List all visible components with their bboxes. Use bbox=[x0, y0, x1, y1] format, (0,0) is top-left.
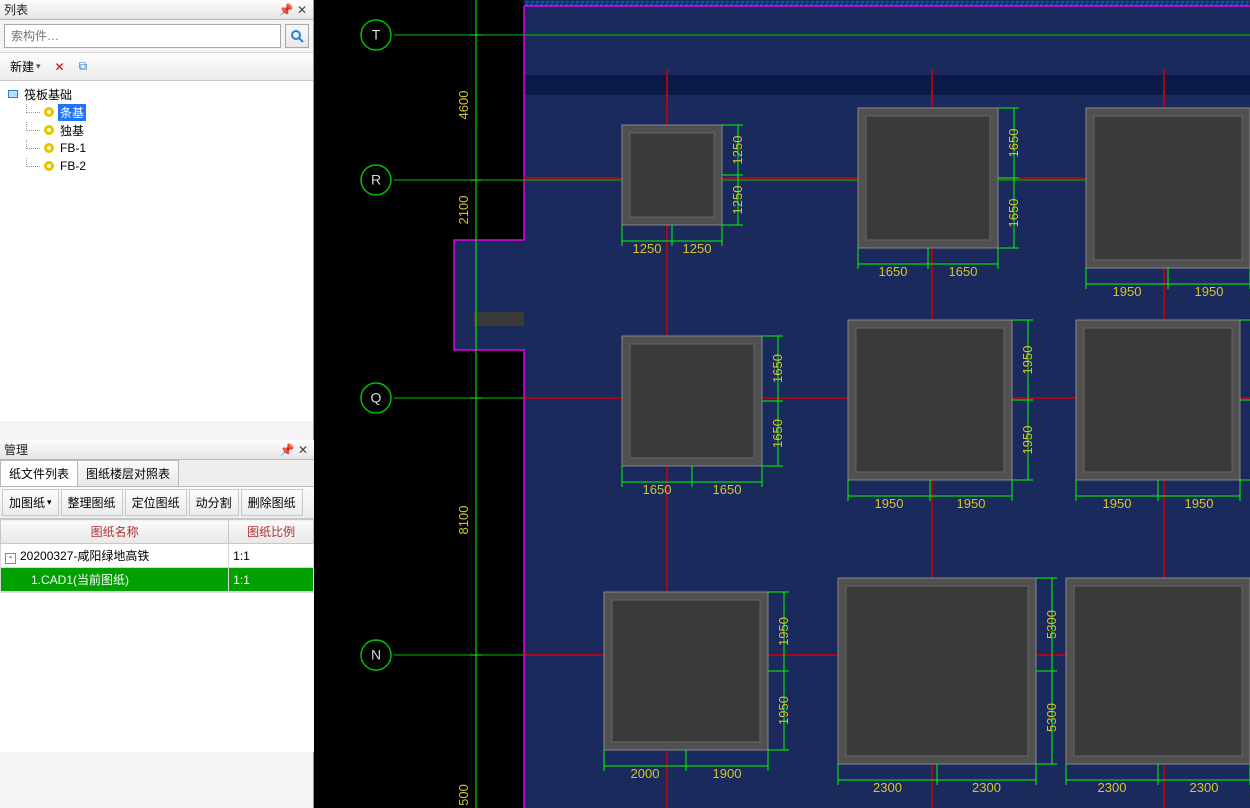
svg-text:1250: 1250 bbox=[683, 241, 712, 256]
new-button[interactable]: 新建 ▾ bbox=[6, 56, 45, 77]
svg-text:2300: 2300 bbox=[873, 780, 902, 795]
svg-text:4600: 4600 bbox=[456, 91, 471, 120]
delete-icon: ✕ bbox=[55, 60, 65, 74]
tree-item[interactable]: FB-1 bbox=[2, 139, 311, 157]
svg-text:5300: 5300 bbox=[1044, 610, 1059, 639]
pin-icon[interactable]: 📌 bbox=[280, 443, 294, 457]
search-bar bbox=[0, 20, 313, 52]
svg-text:2300: 2300 bbox=[1190, 780, 1219, 795]
tree-root-label: 筏板基础 bbox=[22, 86, 74, 103]
svg-text:2000: 2000 bbox=[631, 766, 660, 781]
pin-icon[interactable]: 📌 bbox=[279, 3, 293, 17]
list-toolbar: 新建 ▾ ✕ ⧉ bbox=[0, 52, 313, 81]
mgr-btn[interactable]: 动分割 bbox=[189, 489, 239, 516]
gear-icon bbox=[42, 159, 56, 173]
drawing-table[interactable]: 图纸名称图纸比例 -20200327-咸阳绿地高铁1:11.CAD1(当前图纸)… bbox=[0, 519, 314, 592]
svg-text:Q: Q bbox=[371, 390, 382, 406]
tree-item[interactable]: 独基 bbox=[2, 121, 311, 139]
search-input[interactable] bbox=[4, 24, 281, 48]
close-icon[interactable]: ✕ bbox=[295, 3, 309, 17]
tree-item-label: FB-1 bbox=[58, 141, 88, 155]
panel-mgr-title: 管理 bbox=[4, 441, 278, 458]
mgr-btn[interactable]: 整理图纸 bbox=[61, 489, 123, 516]
tree-item[interactable]: 条基 bbox=[2, 103, 311, 121]
mgr-btn[interactable]: 加图纸▾ bbox=[2, 489, 59, 516]
svg-text:R: R bbox=[371, 172, 381, 188]
table-header[interactable]: 图纸名称 bbox=[1, 520, 229, 544]
gear-icon bbox=[42, 123, 56, 137]
tree-item-label: 条基 bbox=[58, 104, 86, 121]
svg-text:1950: 1950 bbox=[1103, 496, 1132, 511]
svg-text:1950: 1950 bbox=[1185, 496, 1214, 511]
mgr-btn[interactable]: 删除图纸 bbox=[241, 489, 303, 516]
svg-text:1650: 1650 bbox=[879, 264, 908, 279]
copy-button[interactable]: ⧉ bbox=[75, 57, 92, 76]
tree-root[interactable]: 筏板基础 bbox=[2, 85, 311, 103]
tree-item-label: 独基 bbox=[58, 122, 86, 139]
chevron-down-icon: ▾ bbox=[36, 61, 41, 72]
svg-text:1950: 1950 bbox=[1195, 284, 1224, 299]
svg-text:1250: 1250 bbox=[633, 241, 662, 256]
svg-text:2100: 2100 bbox=[456, 196, 471, 225]
svg-text:1950: 1950 bbox=[957, 496, 986, 511]
svg-text:1950: 1950 bbox=[776, 696, 791, 725]
folder-icon bbox=[6, 87, 20, 101]
svg-text:T: T bbox=[372, 27, 381, 43]
svg-text:1650: 1650 bbox=[1006, 199, 1021, 228]
table-row[interactable]: 1.CAD1(当前图纸)1:1 bbox=[1, 568, 314, 592]
collapse-icon[interactable]: - bbox=[5, 553, 16, 564]
svg-text:1950: 1950 bbox=[875, 496, 904, 511]
svg-text:1950: 1950 bbox=[1020, 426, 1035, 455]
table-empty-area bbox=[0, 592, 314, 752]
new-label: 新建 bbox=[10, 58, 34, 75]
svg-text:1650: 1650 bbox=[770, 354, 785, 383]
svg-text:1650: 1650 bbox=[949, 264, 978, 279]
mgr-toolbar: 加图纸▾整理图纸定位图纸动分割删除图纸 bbox=[0, 487, 314, 519]
panel-title: 列表 bbox=[4, 1, 277, 18]
panel-header-list: 列表 📌 ✕ bbox=[0, 0, 313, 20]
svg-text:500: 500 bbox=[456, 784, 471, 806]
mgr-tabs: 纸文件列表图纸楼层对照表 bbox=[0, 460, 314, 487]
svg-text:1650: 1650 bbox=[770, 419, 785, 448]
close-icon[interactable]: ✕ bbox=[296, 443, 310, 457]
tree-item-label: FB-2 bbox=[58, 159, 88, 173]
svg-text:1900: 1900 bbox=[713, 766, 742, 781]
tree-item[interactable]: FB-2 bbox=[2, 157, 311, 175]
mgr-tab[interactable]: 纸文件列表 bbox=[0, 460, 78, 486]
svg-text:5300: 5300 bbox=[1044, 703, 1059, 732]
svg-text:2300: 2300 bbox=[1098, 780, 1127, 795]
svg-text:1950: 1950 bbox=[776, 617, 791, 646]
svg-text:1250: 1250 bbox=[730, 136, 745, 165]
svg-text:1950: 1950 bbox=[1113, 284, 1142, 299]
svg-text:1650: 1650 bbox=[713, 482, 742, 497]
svg-text:N: N bbox=[371, 647, 381, 663]
svg-text:1250: 1250 bbox=[730, 186, 745, 215]
gear-icon bbox=[42, 105, 56, 119]
svg-text:1650: 1650 bbox=[643, 482, 672, 497]
delete-button[interactable]: ✕ bbox=[51, 58, 69, 76]
copy-icon: ⧉ bbox=[79, 59, 88, 74]
svg-text:1650: 1650 bbox=[1006, 129, 1021, 158]
mgr-btn[interactable]: 定位图纸 bbox=[125, 489, 187, 516]
table-row[interactable]: -20200327-咸阳绿地高铁1:1 bbox=[1, 544, 314, 568]
gear-icon bbox=[42, 141, 56, 155]
cad-viewport[interactable]: T R Q N 4600 2100 8100 500 1250 1250 1250 1250 1650 1… bbox=[314, 0, 1250, 808]
svg-text:8100: 8100 bbox=[456, 506, 471, 535]
mgr-tab[interactable]: 图纸楼层对照表 bbox=[77, 460, 179, 486]
svg-text:1950: 1950 bbox=[1020, 346, 1035, 375]
panel-header-mgr: 管理 📌 ✕ bbox=[0, 440, 314, 460]
component-tree[interactable]: 筏板基础 条基 独基 FB-1 FB-2 bbox=[0, 81, 313, 421]
svg-text:2300: 2300 bbox=[972, 780, 1001, 795]
search-button[interactable] bbox=[285, 24, 309, 48]
table-header[interactable]: 图纸比例 bbox=[229, 520, 314, 544]
